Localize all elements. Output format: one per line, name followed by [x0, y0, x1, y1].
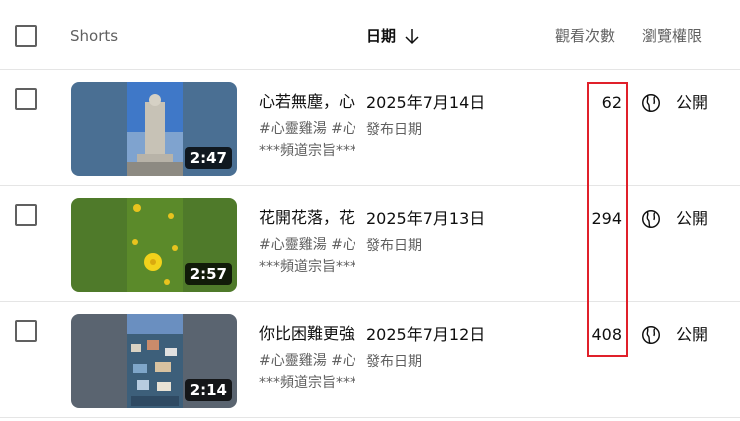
publish-date-label: 發布日期 — [366, 238, 422, 254]
arrow-down-icon[interactable] — [404, 27, 420, 45]
column-header-visibility: 瀏覽權限 — [641, 27, 702, 45]
visibility-status[interactable]: 公開 — [676, 324, 708, 346]
video-info: 你比困難更強大， #心靈雞湯 #心靈雞湯 ***頻道宗旨*** — [259, 323, 355, 393]
publish-date-label: 發布日期 — [366, 122, 422, 138]
visibility-status[interactable]: 公開 — [676, 92, 708, 114]
column-header-visibility-clip: 瀏覽權限 — [640, 26, 710, 46]
table-row[interactable]: 2:47 心若無塵，心若無塵， #心靈雞湯 #心靈雞湯 ***頻道宗旨*** 2… — [0, 70, 740, 186]
video-title[interactable]: 花開花落，花開花落， — [259, 207, 355, 229]
thumbnail-image — [127, 82, 183, 176]
row-checkbox[interactable] — [15, 88, 37, 110]
thumbnail-image — [127, 198, 183, 292]
column-header-views: 觀看次數 — [555, 27, 616, 45]
row-checkbox[interactable] — [15, 320, 37, 342]
publish-date: 2025年7月13日 — [366, 209, 486, 228]
video-description-text: ***頻道宗旨*** — [259, 259, 355, 275]
table-row[interactable]: 2:57 花開花落，花開花落， #心靈雞湯 #心靈雞湯 ***頻道宗旨*** 2… — [0, 186, 740, 302]
thumbnail-image — [127, 314, 183, 408]
select-all-checkbox[interactable] — [15, 25, 37, 47]
video-description-tags: #心靈雞湯 #心靈雞湯 — [259, 121, 355, 137]
globe-icon — [642, 94, 660, 112]
publish-date: 2025年7月12日 — [366, 325, 486, 344]
globe-icon — [642, 326, 660, 344]
video-description-text: ***頻道宗旨*** — [259, 143, 355, 159]
video-thumbnail[interactable]: 2:14 — [71, 314, 237, 408]
duration-badge: 2:14 — [184, 379, 232, 401]
column-header-date[interactable]: 日期 — [366, 26, 396, 46]
view-count-highlight — [587, 82, 628, 357]
publish-date-label: 發布日期 — [366, 354, 422, 370]
video-thumbnail[interactable]: 2:57 — [71, 198, 237, 292]
row-checkbox[interactable] — [15, 204, 37, 226]
duration-badge: 2:47 — [184, 147, 232, 169]
video-description-text: ***頻道宗旨*** — [259, 375, 355, 391]
video-description-tags: #心靈雞湯 #心靈雞湯 — [259, 353, 355, 369]
video-info: 心若無塵，心若無塵， #心靈雞湯 #心靈雞湯 ***頻道宗旨*** — [259, 91, 355, 161]
video-description-tags: #心靈雞湯 #心靈雞湯 — [259, 237, 355, 253]
visibility-status[interactable]: 公開 — [676, 208, 708, 230]
video-info: 花開花落，花開花落， #心靈雞湯 #心靈雞湯 ***頻道宗旨*** — [259, 207, 355, 277]
table-header: Shorts 日期 觀看次數 瀏覽權限 — [0, 0, 740, 70]
column-header-shorts: Shorts — [70, 27, 119, 45]
table-row[interactable]: 2:14 你比困難更強大， #心靈雞湯 #心靈雞湯 ***頻道宗旨*** 202… — [0, 302, 740, 418]
video-title[interactable]: 心若無塵，心若無塵， — [259, 91, 355, 113]
video-thumbnail[interactable]: 2:47 — [71, 82, 237, 176]
duration-badge: 2:57 — [184, 263, 232, 285]
video-title[interactable]: 你比困難更強大， — [259, 323, 355, 345]
publish-date: 2025年7月14日 — [366, 93, 486, 112]
globe-icon — [642, 210, 660, 228]
